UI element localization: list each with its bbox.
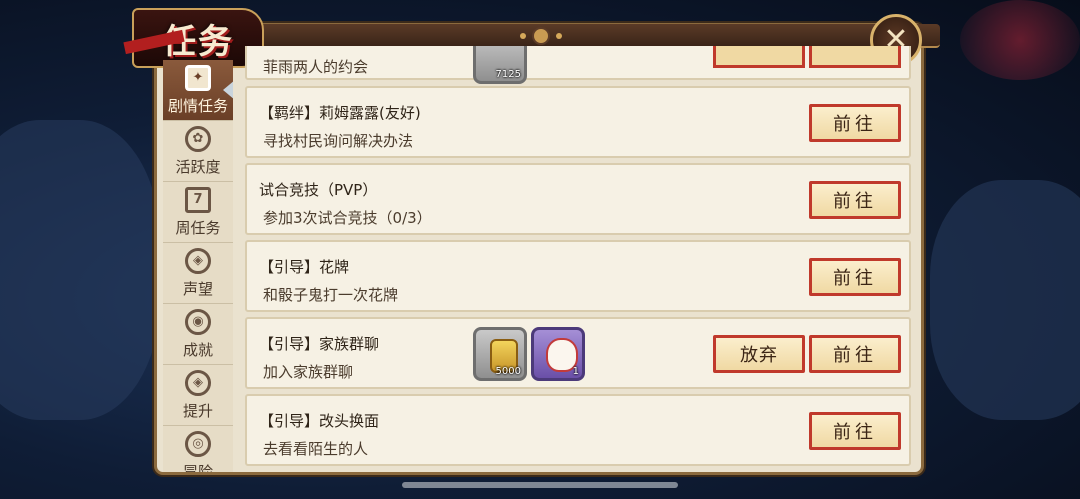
sidebar-item-achievement[interactable]: ◉ 成就 [163, 304, 233, 365]
background-rock [0, 120, 160, 420]
story-icon: ✦ [185, 64, 211, 91]
adventure-icon: ◎ [185, 430, 211, 457]
task-description: 和骰子鬼打一次花牌 [263, 286, 399, 304]
task-row: 【引导】花牌 和骰子鬼打一次花牌 前往 [245, 240, 911, 312]
sidebar-item-upgrade[interactable]: ◈ 提升 [163, 365, 233, 426]
background-rock [930, 180, 1080, 420]
task-list[interactable]: 菲雨两人的约会 7125 【羁绊】莉姆露露(友好) 寻找村民询问解决办法 前往 … [245, 46, 911, 470]
sidebar-item-activity[interactable]: ✿ 活跃度 [163, 121, 233, 182]
sidebar-item-label: 剧情任务 [167, 96, 228, 115]
achievement-icon: ◉ [185, 308, 211, 335]
upgrade-icon: ◈ [185, 369, 211, 396]
sidebar-item-label: 周任务 [175, 218, 221, 237]
go-button[interactable]: 前往 [809, 335, 901, 373]
task-title: 【引导】家族群聊 [259, 335, 380, 353]
sidebar-item-story[interactable]: ✦ 剧情任务 [163, 60, 233, 121]
activity-icon: ✿ [185, 125, 211, 152]
calendar-badge: 7 [193, 192, 203, 207]
sidebar-item-label: 冒险 [182, 462, 213, 473]
task-row: 【引导】改头换面 去看看陌生的人 前往 [245, 394, 911, 466]
home-indicator[interactable] [402, 482, 678, 488]
task-description: 菲雨两人的约会 [263, 58, 369, 76]
go-button[interactable]: 前往 [809, 104, 901, 142]
reward-count: 7125 [495, 69, 521, 80]
top-bar-ornament [520, 27, 562, 45]
abandon-button[interactable] [713, 46, 805, 68]
task-title: 试合竞技（PVP） [259, 181, 378, 199]
sidebar-item-label: 声望 [182, 279, 213, 298]
active-indicator-arrow [223, 80, 233, 100]
reward-item-gold[interactable]: 5000 [473, 327, 527, 381]
go-button[interactable]: 前往 [809, 412, 901, 450]
sidebar-item-label: 活跃度 [175, 157, 221, 176]
task-title: 【羁绊】莉姆露露(友好) [259, 104, 421, 122]
sidebar-item-weekly[interactable]: 7 周任务 [163, 182, 233, 243]
reward-count: 1 [572, 366, 579, 377]
background-lantern [960, 0, 1080, 80]
sidebar-item-label: 提升 [182, 401, 213, 420]
abandon-button[interactable]: 放弃 [713, 335, 805, 373]
task-row: 试合竞技（PVP） 参加3次试合竞技（0/3） 前往 [245, 163, 911, 235]
reward-count: 5000 [495, 366, 521, 377]
sidebar: ✦ 剧情任务 ✿ 活跃度 7 周任务 ◈ 声望 ◉ 成就 ◈ 提升 ◎ 冒险 [163, 60, 233, 472]
task-description: 寻找村民询问解决办法 [263, 132, 414, 150]
task-title: 【引导】改头换面 [259, 412, 380, 430]
task-title: 【引导】花牌 [259, 258, 350, 276]
reputation-icon: ◈ [185, 247, 211, 274]
sidebar-item-label: 成就 [182, 340, 213, 359]
go-button[interactable]: 前往 [809, 258, 901, 296]
go-button[interactable] [809, 46, 901, 68]
task-row: 【引导】家族群聊 加入家族群聊 5000 1 放弃 前往 [245, 317, 911, 389]
reward-item-cat[interactable]: 1 [531, 327, 585, 381]
task-description: 加入家族群聊 [263, 363, 354, 381]
go-button[interactable]: 前往 [809, 181, 901, 219]
reward-item[interactable]: 7125 [473, 46, 527, 84]
sidebar-item-adventure[interactable]: ◎ 冒险 [163, 426, 233, 472]
sidebar-item-reputation[interactable]: ◈ 声望 [163, 243, 233, 304]
task-description: 参加3次试合竞技（0/3） [263, 209, 432, 227]
task-description: 去看看陌生的人 [263, 440, 369, 458]
calendar-icon: 7 [185, 186, 211, 213]
task-row: 【羁绊】莉姆露露(友好) 寻找村民询问解决办法 前往 [245, 86, 911, 158]
task-row: 菲雨两人的约会 7125 [245, 46, 911, 84]
